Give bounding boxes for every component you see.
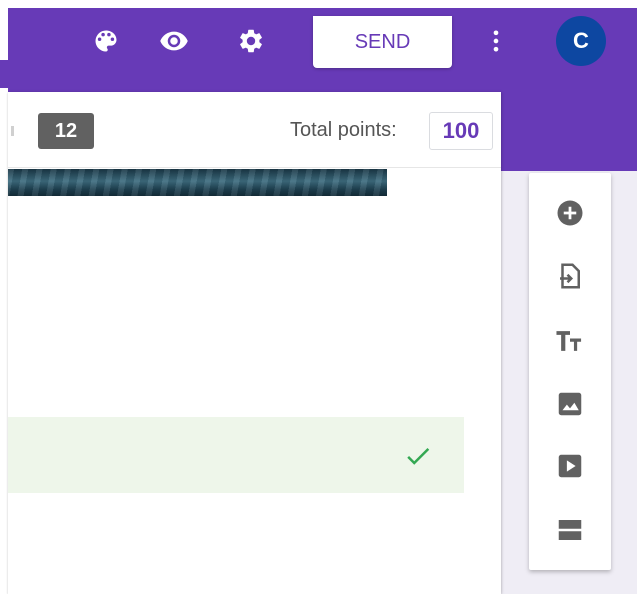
eye-icon[interactable]	[157, 24, 191, 58]
truncated-text	[11, 126, 14, 136]
header-edge	[0, 60, 8, 88]
question-count-badge: 12	[38, 113, 94, 149]
send-button[interactable]: SEND	[313, 16, 452, 68]
section-icon[interactable]	[550, 510, 590, 550]
more-vert-icon[interactable]	[479, 24, 513, 58]
image-icon[interactable]	[550, 384, 590, 424]
correct-answer-option[interactable]	[8, 417, 464, 493]
total-points-label: Total points:	[290, 119, 397, 141]
total-points-field[interactable]: 100	[429, 112, 493, 150]
title-text-icon[interactable]	[550, 321, 590, 361]
avatar[interactable]: C	[556, 16, 606, 66]
header-image	[8, 169, 387, 196]
side-toolbar	[529, 173, 611, 570]
import-questions-icon[interactable]	[550, 256, 590, 296]
video-icon[interactable]	[550, 446, 590, 486]
palette-icon[interactable]	[89, 24, 123, 58]
add-question-icon[interactable]	[550, 193, 590, 233]
gear-icon[interactable]	[234, 24, 268, 58]
check-icon	[407, 447, 430, 465]
form-card: 12 Total points: 100	[8, 92, 501, 594]
quiz-header: 12 Total points: 100	[8, 92, 501, 168]
